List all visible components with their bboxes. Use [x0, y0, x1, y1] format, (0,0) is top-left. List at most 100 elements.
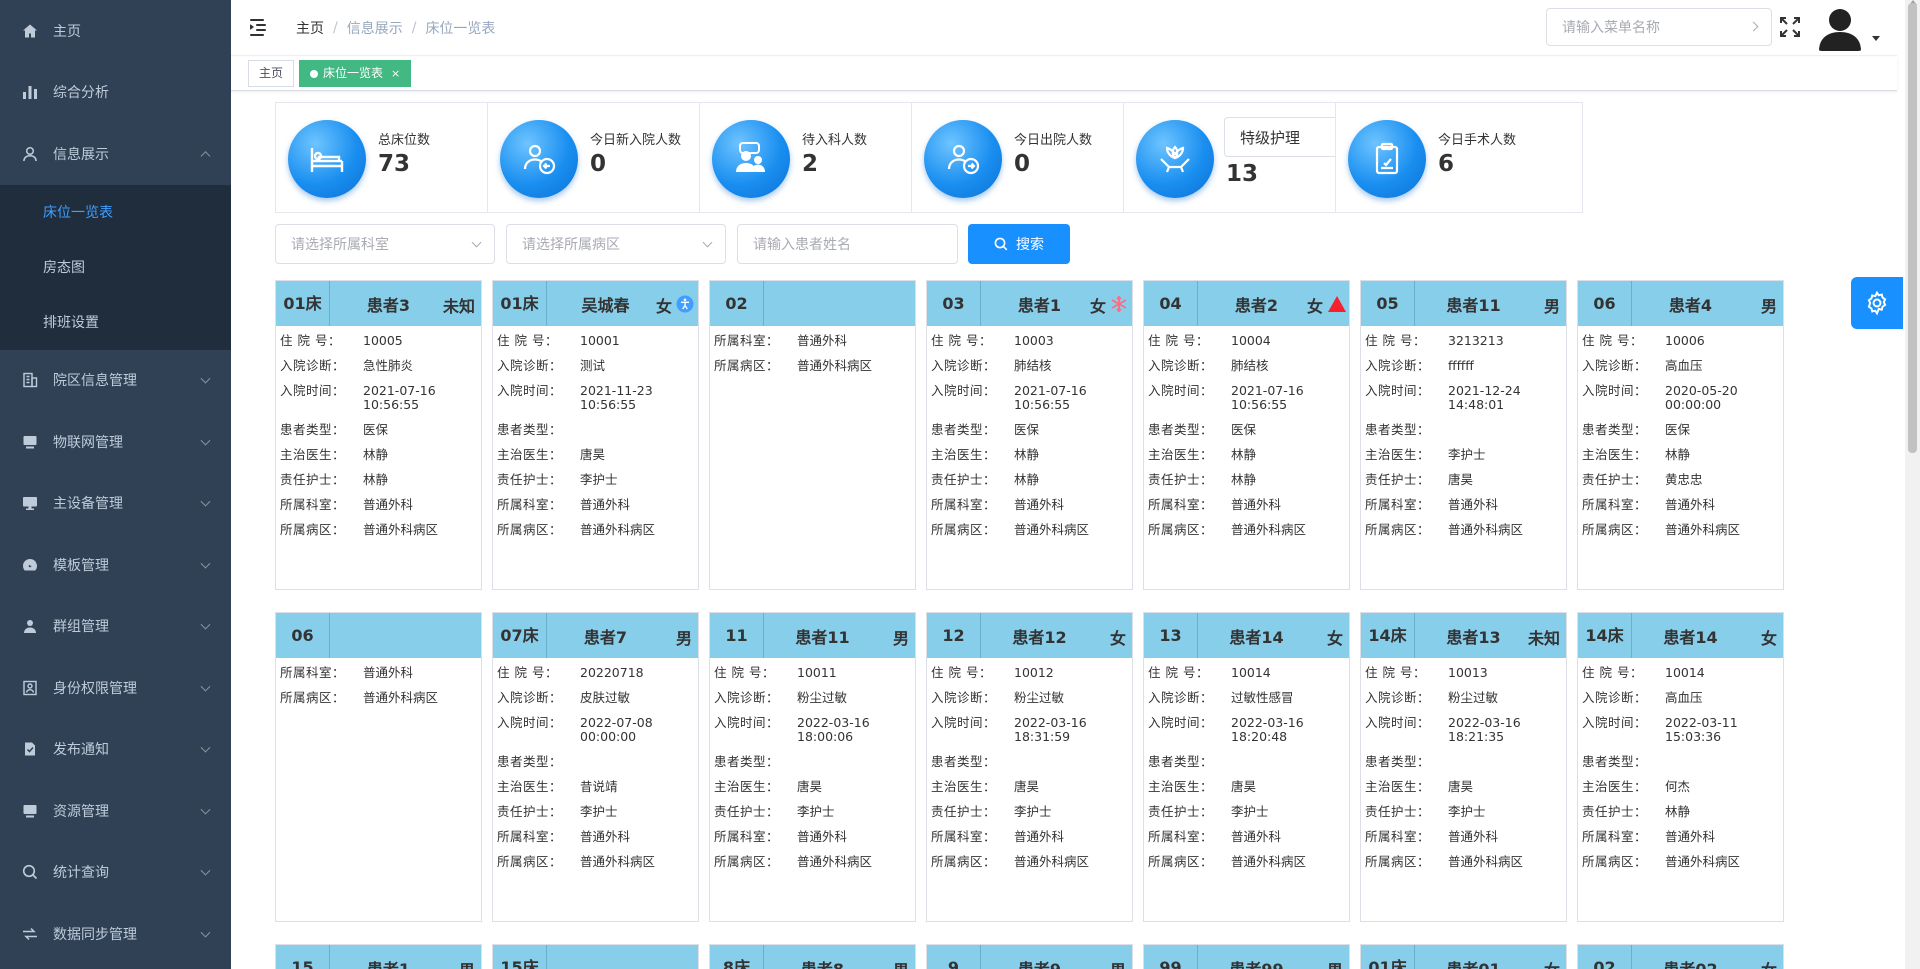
department-select[interactable]: 请选择所属科室: [275, 224, 495, 264]
detail-value: 普通外科病区: [363, 522, 439, 537]
bed-card[interactable]: 8床 患者8 男: [709, 944, 916, 969]
sidebar-item[interactable]: 主设备管理: [0, 473, 231, 535]
sidebar-item[interactable]: 统计查询: [0, 842, 231, 904]
fullscreen-icon[interactable]: [1779, 16, 1801, 38]
sidebar-item[interactable]: 数据同步管理: [0, 903, 231, 965]
detail-row: 入院时间： 2020-05-20 00:00:00: [1582, 384, 1779, 412]
detail-value: 林静: [1014, 472, 1040, 487]
detail-row: 主治医生： 唐昊: [714, 780, 911, 794]
detail-value: 粉尘过敏: [1448, 690, 1499, 705]
detail-value: ffffff: [1448, 358, 1474, 373]
detail-label: 患者类型：: [1365, 754, 1431, 769]
bed-card[interactable]: 02 所属科室： 普通外科 所属病区： 普通外科病区: [709, 280, 916, 590]
bed-card[interactable]: 07床 患者7 男 住 院 号： 20220718 入院诊断： 皮肤过敏 入院时…: [492, 612, 699, 922]
scrollbar-thumb[interactable]: [1908, 3, 1917, 453]
menu-search-placeholder: 请输入菜单名称: [1562, 20, 1660, 36]
bed-card[interactable]: 06 所属科室： 普通外科 所属病区： 普通外科病区: [275, 612, 482, 922]
stat-card: 总床位数 73: [275, 102, 523, 213]
sidebar-item[interactable]: 模板管理: [0, 534, 231, 596]
detail-value: 李护士: [580, 472, 618, 487]
sidebar-item[interactable]: 身份权限管理: [0, 657, 231, 719]
sidebar-subitem[interactable]: 房态图: [0, 240, 231, 295]
caret-down-icon[interactable]: [1872, 36, 1880, 41]
detail-value: 2021-11-23 10:56:55: [580, 383, 653, 412]
bed-number: 14床: [1361, 613, 1415, 658]
detail-row: 入院诊断： 粉尘过敏: [1365, 691, 1562, 705]
menu-search-input[interactable]: 请输入菜单名称: [1546, 8, 1772, 46]
detail-label: 住 院 号：: [1148, 333, 1209, 348]
detail-row: 所属病区： 普通外科病区: [497, 523, 694, 537]
hamburger-icon[interactable]: [250, 18, 272, 38]
detail-value: 普通外科: [1231, 829, 1282, 844]
detail-row: 患者类型：: [1365, 755, 1562, 769]
bed-card[interactable]: 14床 患者13 未知 住 院 号： 10013 入院诊断： 粉尘过敏 入院时间…: [1360, 612, 1567, 922]
bed-details: 住 院 号： 20220718 入院诊断： 皮肤过敏 入院时间： 2022-07…: [493, 658, 698, 869]
detail-row: 入院时间： 2022-03-16 18:00:06: [714, 716, 911, 744]
sidebar-item[interactable]: 资源管理: [0, 780, 231, 842]
search-button[interactable]: 搜索: [968, 224, 1070, 264]
bed-card[interactable]: 01床 患者01 女: [1360, 944, 1567, 969]
page-scrollbar[interactable]: [1905, 0, 1920, 969]
tag-bed-list[interactable]: 床位一览表 ×: [299, 60, 412, 87]
close-icon[interactable]: ×: [391, 61, 400, 86]
detail-row: 入院时间： 2022-03-16 18:20:48: [1148, 716, 1345, 744]
bed-card[interactable]: 9 患者9 男: [926, 944, 1133, 969]
bed-card[interactable]: 15床: [492, 944, 699, 969]
sidebar-item[interactable]: 发布通知: [0, 719, 231, 781]
sidebar-item[interactable]: 主页: [0, 0, 231, 62]
sidebar-item[interactable]: 群组管理: [0, 596, 231, 658]
detail-value: 普通外科: [1665, 829, 1716, 844]
sidebar-subitem[interactable]: 排班设置: [0, 295, 231, 350]
bed-card[interactable]: 03 患者1 女 住 院 号： 10003 入院诊断： 肺结核 入院时间： 20…: [926, 280, 1133, 590]
sidebar-item[interactable]: 物联网管理: [0, 411, 231, 473]
bed-card[interactable]: 04 患者2 女 住 院 号： 10004 入院诊断： 肺结核 入院时间： 20…: [1143, 280, 1350, 590]
bed-card[interactable]: 02 患者02 女: [1577, 944, 1784, 969]
detail-value: 2021-07-16 10:56:55: [1231, 383, 1304, 412]
sidebar-item[interactable]: 信息展示: [0, 123, 231, 185]
sidebar-item[interactable]: 综合分析: [0, 62, 231, 124]
ward-select[interactable]: 请选择所属病区: [506, 224, 726, 264]
breadcrumb-item[interactable]: 信息展示: [347, 18, 403, 38]
detail-value: [580, 755, 694, 769]
bed-card[interactable]: 13 患者14 女 住 院 号： 10014 入院诊断： 过敏性感冒 入院时间：…: [1143, 612, 1350, 922]
bed-details: 住 院 号： 10014 入院诊断： 过敏性感冒 入院时间： 2022-03-1…: [1144, 658, 1349, 869]
tag-home[interactable]: 主页: [248, 60, 295, 87]
sidebar-item[interactable]: 院区信息管理: [0, 350, 231, 412]
bed-card[interactable]: 12 患者12 女 住 院 号： 10012 入院诊断： 粉尘过敏 入院时间： …: [926, 612, 1133, 922]
patient-sex: 男: [892, 629, 909, 648]
detail-row: 所属科室： 普通外科: [280, 666, 477, 680]
breadcrumb-item[interactable]: 主页: [296, 18, 324, 38]
bed-details: 住 院 号： 10012 入院诊断： 粉尘过敏 入院时间： 2022-03-16…: [927, 658, 1132, 869]
detail-row: 所属病区： 普通外科病区: [931, 855, 1128, 869]
bed-card[interactable]: 05 患者11 男 住 院 号： 3213213 入院诊断： ffffff 入院…: [1360, 280, 1567, 590]
detail-row: 所属病区： 普通外科病区: [280, 691, 477, 705]
detail-value: 10004: [1231, 333, 1271, 348]
bed-card[interactable]: 01床 吴城春 女 住 院 号： 10001 入院诊断： 测试 入院时间： 20…: [492, 280, 699, 590]
bed-card[interactable]: 01床 患者3 未知 住 院 号： 10005 入院诊断： 急性肺炎 入院时间：…: [275, 280, 482, 590]
bed-card[interactable]: 15 患者1 男: [275, 944, 482, 969]
detail-label: 所属病区：: [931, 522, 997, 537]
sidebar-subitem[interactable]: 床位一览表: [0, 185, 231, 240]
bed-header: 06 患者4 男: [1578, 281, 1783, 326]
bed-card[interactable]: 06 患者4 男 住 院 号： 10006 入院诊断： 高血压 入院时间： 20…: [1577, 280, 1784, 590]
detail-row: 入院诊断： 高血压: [1582, 359, 1779, 373]
avatar[interactable]: [1816, 3, 1864, 51]
detail-label: 入院时间：: [714, 715, 780, 730]
detail-row: 住 院 号： 10013: [1365, 666, 1562, 680]
detail-row: 所属病区： 普通外科病区: [1148, 523, 1345, 537]
patient-sex: 男: [893, 957, 909, 969]
bed-card[interactable]: 99 患者99 男: [1143, 944, 1350, 969]
patient-sex: 女: [655, 297, 672, 316]
bed-card[interactable]: 11 患者11 男 住 院 号： 10011 入院诊断： 粉尘过敏 入院时间： …: [709, 612, 916, 922]
chevron-down-icon: [200, 865, 211, 876]
patient-sex: 女: [1326, 629, 1343, 648]
patient-sex: 未知: [442, 297, 475, 316]
detail-row: 入院时间： 2021-07-16 10:56:55: [931, 384, 1128, 412]
detail-label: 入院时间：: [497, 383, 563, 398]
bed-card[interactable]: 14床 患者14 女 住 院 号： 10014 入院诊断： 高血压 入院时间： …: [1577, 612, 1784, 922]
settings-button[interactable]: [1851, 277, 1903, 329]
detail-label: 住 院 号：: [1365, 333, 1426, 348]
detail-value: 昔说靖: [580, 779, 618, 794]
bed-number: 99: [1144, 945, 1198, 969]
patient-name-input[interactable]: 请输入患者姓名: [737, 224, 958, 264]
